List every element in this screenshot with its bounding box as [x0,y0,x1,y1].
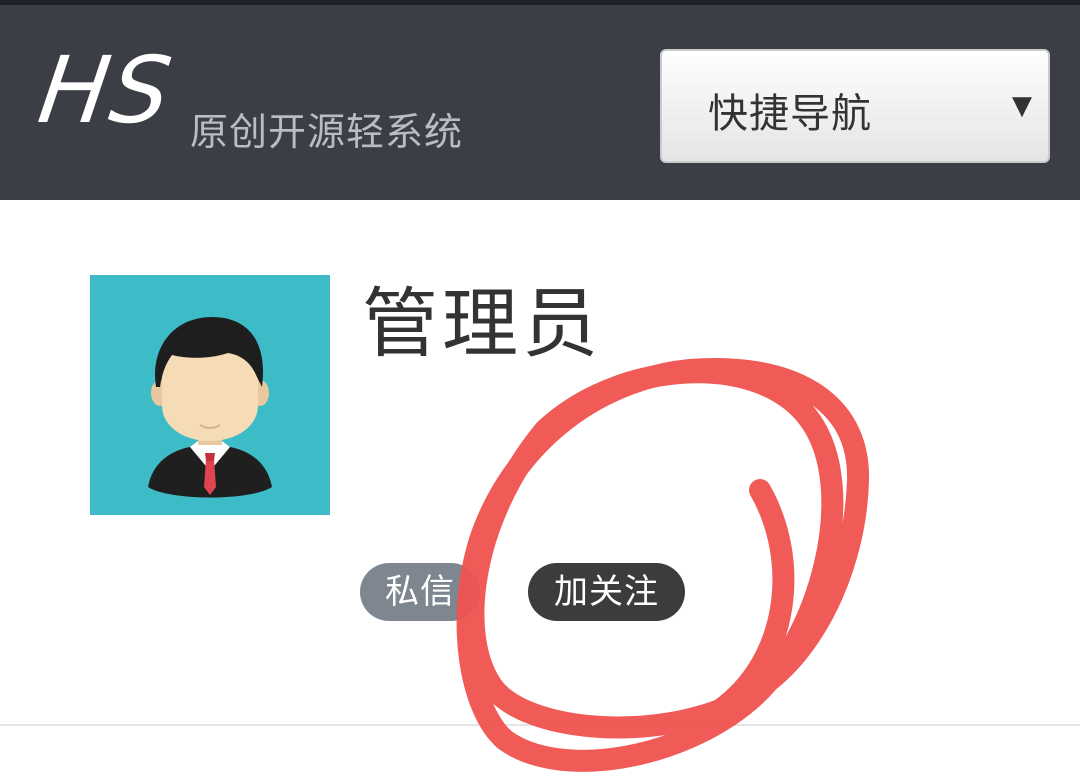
logo-subtitle: 原创开源轻系统 [190,110,464,154]
profile-username: 管理员 [362,279,602,368]
profile-section: 管理员 私信 加关注 [0,200,1080,776]
logo-mark: HS [32,37,180,144]
avatar [90,275,330,515]
user-avatar-icon [148,317,272,498]
quick-nav-dropdown[interactable]: 快捷导航 ▼ [660,49,1050,163]
follow-button[interactable]: 加关注 [528,563,685,621]
top-header-bar: HS 原创开源轻系统 快捷导航 ▼ [0,0,1080,200]
quick-nav-selected-value: 快捷导航 [708,91,872,137]
message-button[interactable]: 私信 [360,563,480,621]
section-divider [0,724,1080,726]
chevron-down-icon: ▼ [1012,91,1032,121]
